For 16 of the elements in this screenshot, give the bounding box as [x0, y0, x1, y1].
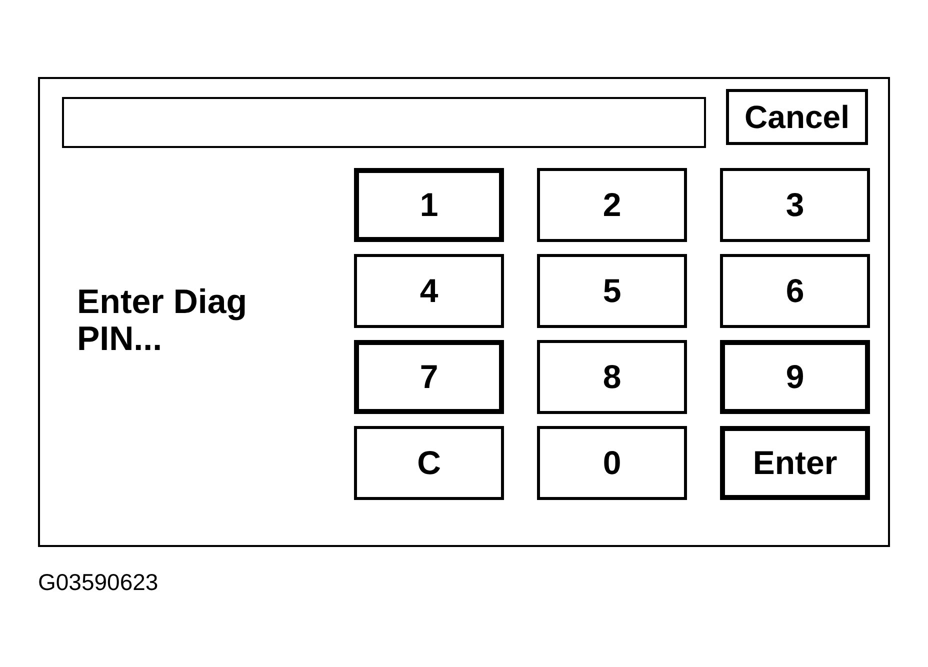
keypad-key[interactable]: 7: [354, 340, 504, 414]
prompt-text: Enter Diag PIN...: [77, 284, 248, 358]
keypad-key[interactable]: 9: [720, 340, 870, 414]
keypad-key[interactable]: 0: [537, 426, 687, 500]
keypad-key[interactable]: 5: [537, 254, 687, 328]
keypad-key[interactable]: 2: [537, 168, 687, 242]
keypad-key[interactable]: 1: [354, 168, 504, 242]
keypad-key[interactable]: 4: [354, 254, 504, 328]
keypad-key[interactable]: 3: [720, 168, 870, 242]
keypad-key[interactable]: C: [354, 426, 504, 500]
keypad-key[interactable]: Enter: [720, 426, 870, 500]
keypad-key[interactable]: 8: [537, 340, 687, 414]
pin-input-field[interactable]: [62, 97, 706, 148]
figure-number: G03590623: [38, 569, 158, 596]
keypad-key[interactable]: 6: [720, 254, 870, 328]
cancel-button[interactable]: Cancel: [726, 89, 868, 145]
